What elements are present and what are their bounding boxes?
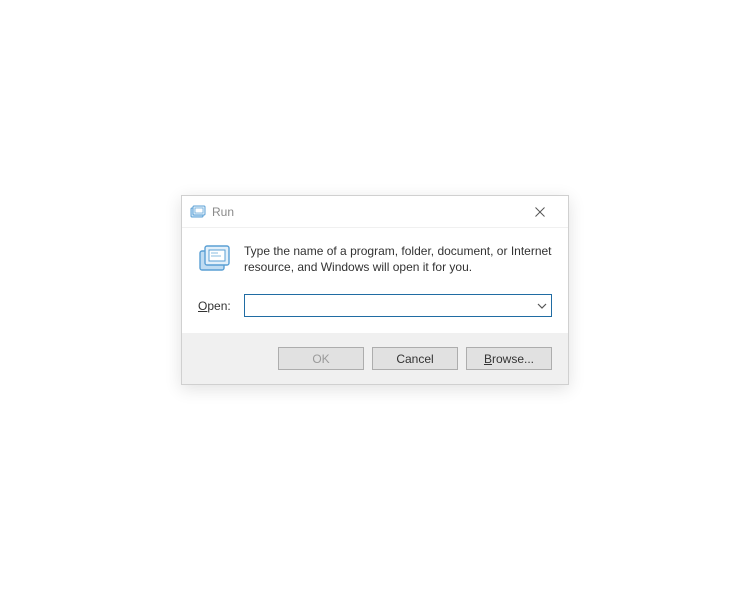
cancel-button-label: Cancel — [396, 352, 433, 366]
titlebar[interactable]: Run — [182, 196, 568, 228]
dialog-body: Type the name of a program, folder, docu… — [182, 228, 568, 333]
browse-button[interactable]: Browse... — [466, 347, 552, 370]
ok-button[interactable]: OK — [278, 347, 364, 370]
button-bar: OK Cancel Browse... — [182, 333, 568, 384]
open-label: Open: — [198, 299, 236, 313]
open-combobox[interactable] — [244, 294, 552, 317]
browse-button-label: Browse... — [484, 352, 534, 366]
close-icon — [535, 207, 545, 217]
open-input[interactable] — [249, 299, 531, 313]
cancel-button[interactable]: Cancel — [372, 347, 458, 370]
ok-button-label: OK — [312, 352, 329, 366]
description-text: Type the name of a program, folder, docu… — [244, 242, 552, 275]
dialog-title: Run — [212, 205, 520, 219]
description-row: Type the name of a program, folder, docu… — [198, 242, 552, 276]
run-dialog: Run Type the name of a program, folder, … — [181, 195, 569, 385]
open-row: Open: — [198, 294, 552, 317]
chevron-down-icon[interactable] — [537, 301, 547, 311]
close-button[interactable] — [520, 198, 560, 226]
run-icon — [190, 204, 206, 220]
run-icon-large — [198, 242, 232, 276]
